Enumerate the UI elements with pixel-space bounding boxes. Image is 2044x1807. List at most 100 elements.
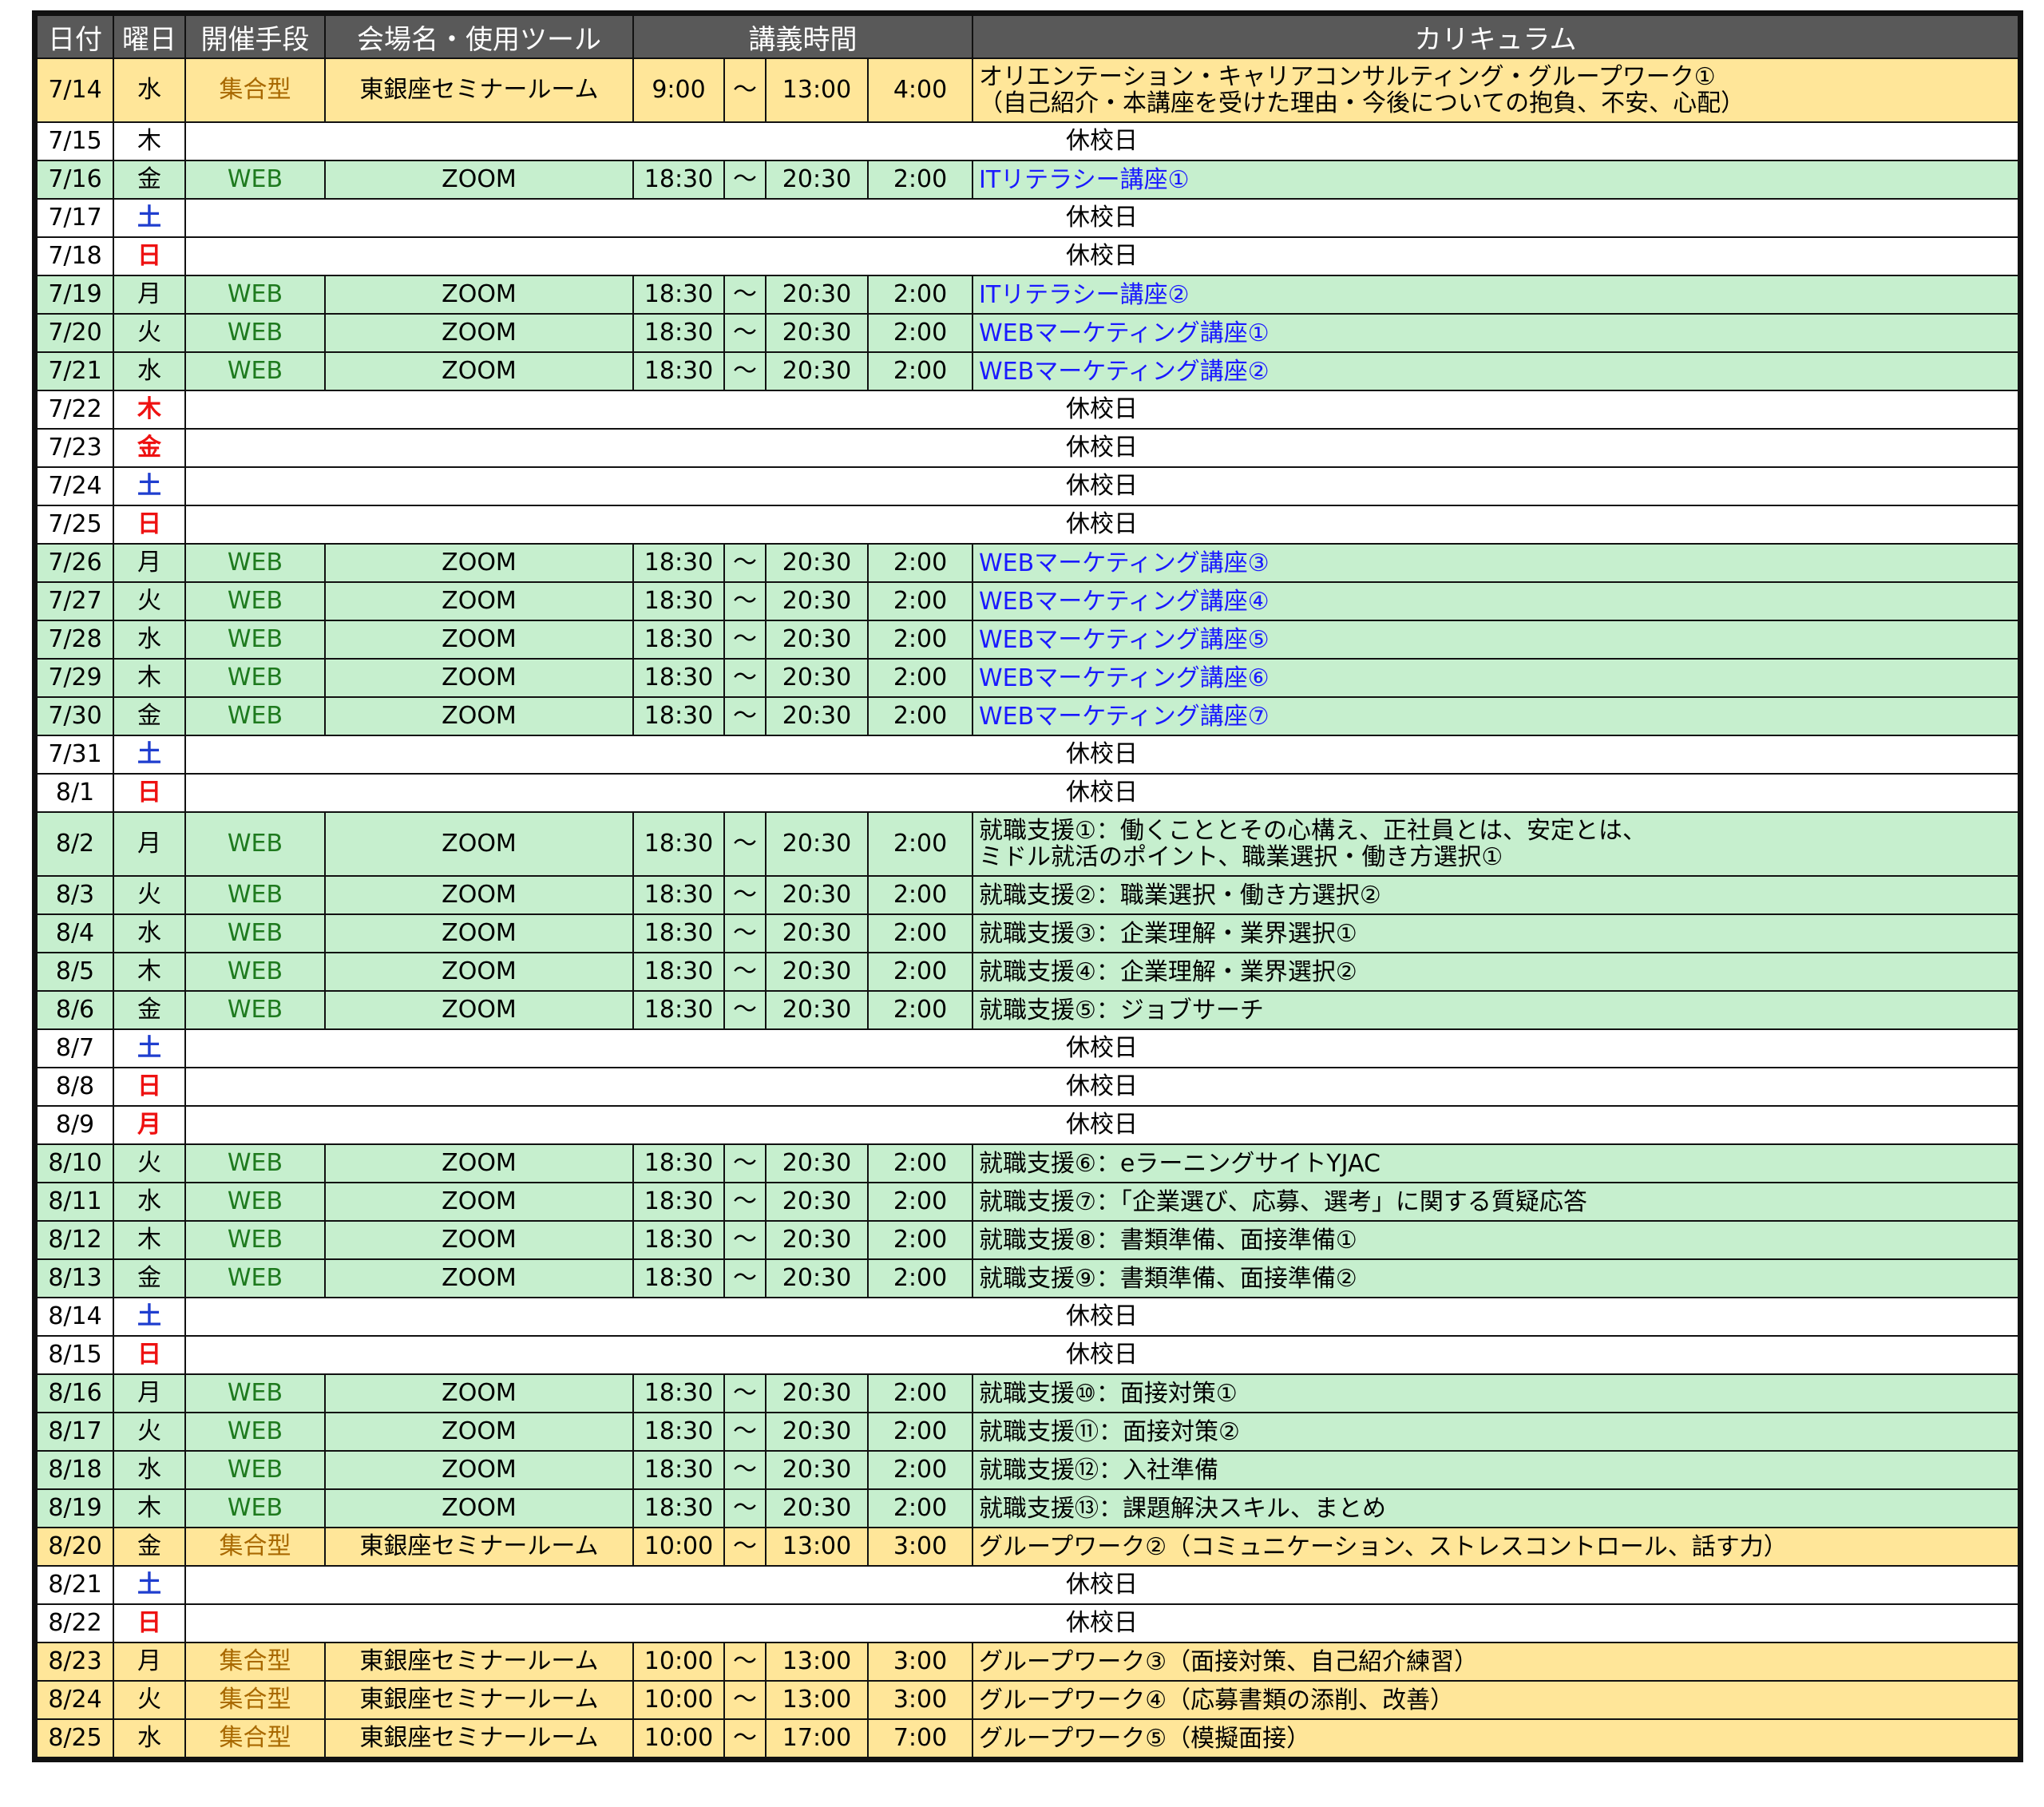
venue-cell: ZOOM — [324, 313, 634, 353]
start-time-cell: 18:30 — [632, 696, 725, 736]
end-time-cell: 20:30 — [765, 913, 869, 953]
time-separator-cell: ～ — [723, 543, 766, 583]
weekday-cell: 火 — [113, 1143, 186, 1183]
holiday-cell: 休校日 — [184, 735, 2019, 775]
duration-cell: 4:00 — [867, 57, 973, 123]
time-separator-cell: ～ — [723, 1642, 766, 1682]
time-separator-cell: ～ — [723, 1258, 766, 1298]
curriculum-cell: WEBマーケティング講座② — [972, 351, 2019, 391]
time-separator-cell: ～ — [723, 160, 766, 200]
curriculum-line: WEBマーケティング講座② — [979, 357, 1270, 386]
curriculum-cell: WEBマーケティング講座⑦ — [972, 696, 2019, 736]
delivery-mode-cell: WEB — [184, 952, 326, 992]
venue-cell: ZOOM — [324, 1143, 634, 1183]
duration-cell: 2:00 — [867, 543, 973, 583]
end-time-cell: 20:30 — [765, 696, 869, 736]
curriculum-cell: WEBマーケティング講座③ — [972, 543, 2019, 583]
end-time-cell: 20:30 — [765, 1258, 869, 1298]
table-row-session: 8/11 水 WEB ZOOM 18:30 ～ 20:30 2:00 就職支援⑦：「企業選び、応… — [36, 1182, 2019, 1222]
end-time-cell: 20:30 — [765, 160, 869, 200]
curriculum-cell: ITリテラシー講座① — [972, 160, 2019, 200]
weekday-cell: 月 — [113, 275, 186, 315]
end-time-cell: 20:30 — [765, 313, 869, 353]
curriculum-line: 就職支援⑦：「企業選び、応募、選考」に関する質疑応答 — [979, 1187, 1587, 1216]
holiday-cell: 休校日 — [184, 1297, 2019, 1337]
delivery-mode-cell: WEB — [184, 696, 326, 736]
delivery-mode-cell: WEB — [184, 581, 326, 621]
start-time-cell: 18:30 — [632, 811, 725, 877]
time-separator-cell: ～ — [723, 620, 766, 660]
delivery-mode-cell: WEB — [184, 160, 326, 200]
delivery-mode-cell: WEB — [184, 1450, 326, 1490]
time-separator-cell: ～ — [723, 351, 766, 391]
date-cell: 7/28 — [36, 620, 114, 660]
curriculum-line: （自己紹介・本講座を受けた理由・今後についての抱負、不安、心配） — [979, 89, 1745, 117]
start-time-cell: 18:30 — [632, 952, 725, 992]
curriculum-line: 就職支援⑪：面接対策② — [979, 1417, 1240, 1446]
weekday-cell: 水 — [113, 1450, 186, 1490]
duration-cell: 2:00 — [867, 1220, 973, 1260]
table-row-holiday: 8/21 土休校日 — [36, 1565, 2019, 1605]
start-time-cell: 18:30 — [632, 1143, 725, 1183]
table-row-holiday: 7/25 日休校日 — [36, 505, 2019, 545]
curriculum-line: 就職支援⑬：課題解決スキル、まとめ — [979, 1494, 1386, 1523]
delivery-mode-cell: WEB — [184, 875, 326, 915]
duration-cell: 2:00 — [867, 875, 973, 915]
duration-cell: 2:00 — [867, 160, 973, 200]
delivery-mode-cell: 集合型 — [184, 57, 326, 123]
weekday-cell: 土 — [113, 466, 186, 506]
curriculum-line: 就職支援⑨：書類準備、面接準備② — [979, 1264, 1357, 1293]
table-row-session: 8/4 水 WEB ZOOM 18:30 ～ 20:30 2:00 就職支援③：企業理解・業界選… — [36, 913, 2019, 953]
curriculum-line: ITリテラシー講座② — [979, 280, 1190, 309]
end-time-cell: 20:30 — [765, 990, 869, 1030]
weekday-cell: 日 — [113, 773, 186, 813]
time-separator-cell: ～ — [723, 581, 766, 621]
table-row-session: 7/26 月 WEB ZOOM 18:30 ～ 20:30 2:00 WEBマーケティング講座③ — [36, 543, 2019, 583]
end-time-cell: 13:00 — [765, 1642, 869, 1682]
curriculum-cell: 就職支援⑦：「企業選び、応募、選考」に関する質疑応答 — [972, 1182, 2019, 1222]
curriculum-cell: 就職支援②：職業選択・働き方選択② — [972, 875, 2019, 915]
venue-cell: 東銀座セミナールーム — [324, 1718, 634, 1758]
curriculum-line: WEBマーケティング講座⑦ — [979, 702, 1270, 731]
date-cell: 7/25 — [36, 505, 114, 545]
start-time-cell: 18:30 — [632, 275, 725, 315]
venue-cell: ZOOM — [324, 1258, 634, 1298]
weekday-cell: 土 — [113, 198, 186, 238]
delivery-mode-cell: 集合型 — [184, 1527, 326, 1567]
delivery-mode-cell: WEB — [184, 1182, 326, 1222]
holiday-cell: 休校日 — [184, 1335, 2019, 1375]
table-row-session: 7/21 水 WEB ZOOM 18:30 ～ 20:30 2:00 WEBマーケティング講座② — [36, 351, 2019, 391]
date-cell: 8/8 — [36, 1067, 114, 1107]
date-cell: 7/27 — [36, 581, 114, 621]
duration-cell: 2:00 — [867, 990, 973, 1030]
duration-cell: 2:00 — [867, 1450, 973, 1490]
start-time-cell: 18:30 — [632, 913, 725, 953]
delivery-mode-cell: 集合型 — [184, 1718, 326, 1758]
time-separator-cell: ～ — [723, 1220, 766, 1260]
weekday-cell: 金 — [113, 1527, 186, 1567]
venue-cell: ZOOM — [324, 581, 634, 621]
holiday-cell: 休校日 — [184, 428, 2019, 468]
curriculum-cell: 就職支援③：企業理解・業界選択① — [972, 913, 2019, 953]
delivery-mode-cell: 集合型 — [184, 1680, 326, 1720]
holiday-cell: 休校日 — [184, 505, 2019, 545]
date-cell: 7/24 — [36, 466, 114, 506]
holiday-cell: 休校日 — [184, 390, 2019, 430]
venue-cell: 東銀座セミナールーム — [324, 57, 634, 123]
date-cell: 7/15 — [36, 121, 114, 161]
delivery-mode-cell: 集合型 — [184, 1642, 326, 1682]
curriculum-cell: 就職支援④：企業理解・業界選択② — [972, 952, 2019, 992]
weekday-cell: 水 — [113, 913, 186, 953]
table-row-session: 7/28 水 WEB ZOOM 18:30 ～ 20:30 2:00 WEBマーケティング講座⑤ — [36, 620, 2019, 660]
holiday-cell: 休校日 — [184, 1067, 2019, 1107]
date-cell: 7/30 — [36, 696, 114, 736]
date-cell: 7/17 — [36, 198, 114, 238]
date-cell: 8/20 — [36, 1527, 114, 1567]
end-time-cell: 20:30 — [765, 543, 869, 583]
curriculum-line: グループワーク③（面接対策、自己紹介練習） — [979, 1647, 1479, 1676]
header-venue: 会場名・使用ツール — [324, 14, 634, 59]
delivery-mode-cell: WEB — [184, 313, 326, 353]
delivery-mode-cell: WEB — [184, 543, 326, 583]
table-row-holiday: 8/14 土休校日 — [36, 1297, 2019, 1337]
delivery-mode-cell: WEB — [184, 1488, 326, 1528]
